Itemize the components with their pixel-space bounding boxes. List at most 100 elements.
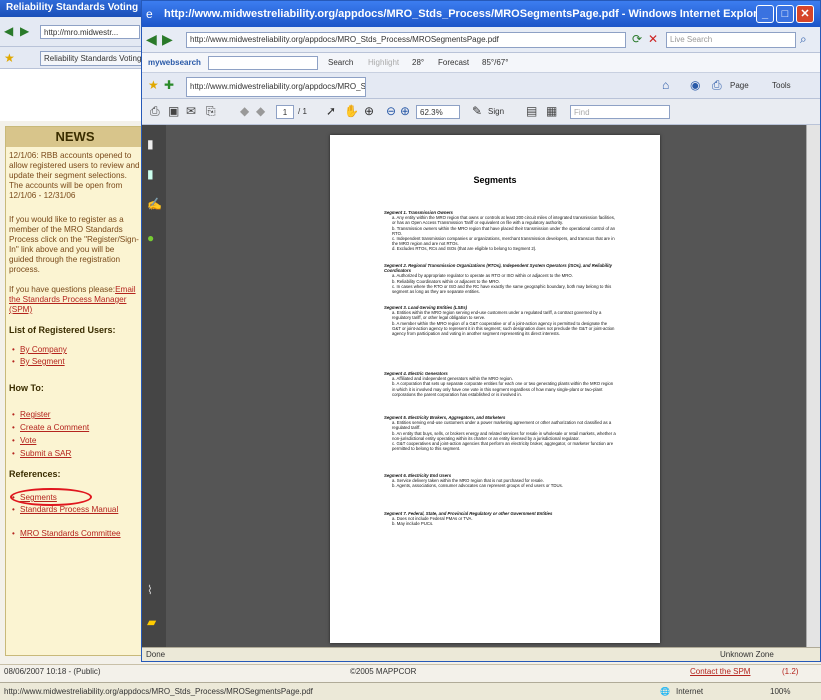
forecast-button[interactable]: Forecast [438,58,469,67]
favorites-star-icon[interactable]: ★ [4,51,15,65]
find-input[interactable]: Find [570,105,670,119]
tools-menu[interactable]: Tools [772,81,791,90]
pdf-segment-section: Segment 1. Transmission Owners a. Any ent… [384,210,616,252]
select-tool-icon[interactable]: ➚ [326,104,336,118]
status-unknown-zone: Unknown Zone [720,650,774,659]
hand-tool-icon[interactable]: ✋ [344,104,359,118]
news-paragraph-accounts: 12/1/06: RBB accounts opened to allow re… [9,151,140,200]
ie-window: http://www.midwestreliability.org/appdoc… [141,0,821,662]
bullet: • [12,449,15,458]
page-menu[interactable]: Page [730,81,749,90]
back-icon[interactable]: ◀ [4,24,13,38]
print-icon[interactable]: ⎙ [150,104,160,118]
weather-readout[interactable]: 28° [412,58,424,67]
back-icon[interactable]: ◀ [146,32,157,46]
zoom-out-icon[interactable]: ⊖ [386,104,396,118]
prev-page-icon[interactable]: ◆ [240,104,249,118]
pdf-title: Segments [473,175,517,185]
feeds-icon[interactable]: ◉ [690,78,700,92]
pdf-segment-item: c. Independent transmission companies or… [392,236,615,247]
background-tab[interactable]: Reliability Standards Voting [40,51,143,66]
fit-page-icon[interactable]: ▦ [546,104,557,118]
active-tab[interactable]: http://www.midwestreliability.org/appdoc… [186,77,366,97]
sign-pen-icon[interactable]: ✎ [472,104,482,118]
search-button[interactable]: Search [328,58,353,67]
zoom-in-icon[interactable]: ⊕ [400,104,410,118]
ie-logo-icon: e [146,7,153,21]
ie-tab-bar: ★ ✚ http://www.midwestreliability.org/ap… [142,73,820,99]
page-total: / 1 [298,107,307,116]
bookmarks-icon[interactable]: ▮ [147,167,154,181]
status-done: Done [146,650,166,659]
pdf-segment-section: Segment 4. Electric Generators a. Affilia… [384,371,616,397]
bullet: • [12,410,15,419]
attach-icon[interactable]: ⎘ [206,104,216,118]
pdf-segment-item: b. Transmission owners within the MRO re… [392,225,616,236]
security-icon[interactable]: ● [147,231,154,245]
globe-icon: 🌐 [660,687,670,696]
add-favorite-icon[interactable]: ✚ [164,78,174,92]
bullet: • [12,505,15,514]
ie-title-bar: http://www.midwestreliability.org/appdoc… [142,1,820,27]
mro-standards-committee-link[interactable]: MRO Standards Committee [20,529,130,539]
vertical-scrollbar[interactable] [806,125,820,647]
status-zone: Internet [676,687,704,696]
close-button[interactable]: ✕ [796,5,814,23]
favorites-star-icon[interactable]: ★ [148,78,159,92]
home-icon[interactable]: ⌂ [662,78,669,92]
standards-process-manual-link[interactable]: Standards Process Manual [20,505,130,515]
maximize-button[interactable]: □ [776,5,794,23]
save-icon[interactable]: ▣ [168,104,179,118]
forward-icon[interactable]: ▶ [162,32,173,46]
pdf-segment-item: c. G&T cooperatives and joint-action age… [392,441,614,452]
address-input[interactable]: http://www.midwestreliability.org/appdoc… [186,32,626,48]
minimize-button[interactable]: _ [756,5,774,23]
mywebsearch-logo: mywebsearch [148,58,201,67]
pdf-segment-item: c. In cases where the RTO or ISO and the… [392,283,612,295]
pdf-navigation-pane: ▮ ▮ ✍ ● ⌇ ▰ [142,125,166,647]
submit-sar-link[interactable]: Submit a SAR [20,449,71,459]
by-segment-link[interactable]: By Segment [20,357,65,367]
create-comment-link[interactable]: Create a Comment [20,423,89,433]
footer-version: (1.2) [782,667,799,676]
comments-icon[interactable]: ▰ [147,615,156,629]
forward-icon[interactable]: ▶ [20,24,29,38]
zoom-tool-icon[interactable]: ⊕ [364,104,374,118]
pdf-segment-section: Segment 5. Electricity Brokers, Aggregat… [384,415,616,451]
contact-spm-link[interactable]: Contact the SPM [690,667,750,676]
bullet: • [12,436,15,445]
registered-users-heading: List of Registered Users: [9,325,116,335]
mywebsearch-input[interactable] [208,56,318,70]
background-header-area [0,69,145,121]
footer-timestamp: 08/06/2007 10:18 - (Public) [4,667,101,676]
pdf-segment-section: Segment 7. Federal, State, and Provincia… [384,511,616,527]
page-number-input[interactable]: 1 [276,105,294,119]
bullet: • [12,423,15,432]
refresh-icon[interactable]: ⟳ [632,32,642,46]
by-company-link[interactable]: By Company [20,345,67,355]
pages-icon[interactable]: ▮ [147,137,154,151]
search-icon[interactable]: ⌕ [800,32,807,46]
highlight-button[interactable]: Highlight [368,58,399,67]
email-icon[interactable]: ✉ [186,104,196,118]
bullet: • [12,345,15,354]
next-page-icon[interactable]: ◆ [256,104,265,118]
signatures-icon[interactable]: ✍ [147,197,162,211]
sign-menu[interactable]: Sign [488,107,504,116]
background-address-field[interactable]: http://mro.midwestr... [40,25,140,39]
pdf-segment-section: Segment 3. Load-Serving Entities (LSEs) a… [384,305,616,336]
fit-width-icon[interactable]: ▤ [526,104,537,118]
page-footer: 08/06/2007 10:18 - (Public) ©2005 MAPPCO… [0,664,821,678]
attachments-icon[interactable]: ⌇ [147,583,153,597]
news-heading: NEWS [6,127,144,147]
pdf-segment-item: b. May include PUCs. [392,521,434,527]
pdf-segment-item: b. An entity that buys, sells, or broker… [392,430,616,441]
print-icon[interactable]: ⎙ [712,78,722,92]
register-link[interactable]: Register [20,410,51,420]
status-zoom[interactable]: 100% [770,687,790,696]
stop-icon[interactable]: ✕ [648,32,658,46]
live-search-input[interactable]: Live Search [666,32,796,48]
zoom-percent-select[interactable]: 62.3% [416,105,460,119]
vote-link[interactable]: Vote [20,436,36,446]
pdf-segment-item: a. Entities serving end-use customers un… [392,420,612,431]
